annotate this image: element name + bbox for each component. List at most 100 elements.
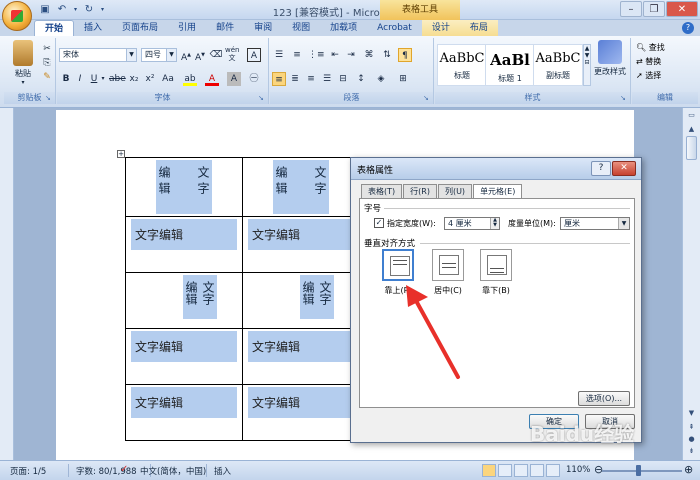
font-launcher-icon[interactable]: ↘ bbox=[258, 94, 266, 102]
prev-page-icon[interactable]: ⇞ bbox=[686, 422, 697, 432]
full-screen-view-icon[interactable] bbox=[498, 464, 512, 477]
style-title[interactable]: AaBbC 标题 bbox=[437, 44, 487, 86]
font-color-icon[interactable]: A bbox=[205, 72, 219, 86]
select-button[interactable]: ➚ 选择 bbox=[636, 70, 661, 81]
shading-icon[interactable]: ◈ bbox=[374, 72, 388, 86]
table-cell[interactable]: 文字编辑 bbox=[125, 328, 243, 385]
grow-font-icon[interactable]: A▲ bbox=[179, 48, 193, 63]
table-cell[interactable]: 文字编辑 bbox=[125, 272, 243, 329]
tab-view[interactable]: 视图 bbox=[282, 20, 320, 36]
align-center-option[interactable] bbox=[432, 249, 464, 281]
multilevel-list-icon[interactable]: ⋮≡ bbox=[308, 48, 325, 62]
tab-references[interactable]: 引用 bbox=[168, 20, 206, 36]
font-name-combo[interactable]: 宋体 ▼ bbox=[59, 48, 137, 62]
shrink-font-icon[interactable]: A▼ bbox=[193, 48, 207, 63]
zoom-slider-thumb[interactable] bbox=[636, 465, 641, 476]
table-move-handle-icon[interactable]: + bbox=[117, 150, 125, 158]
tab-row[interactable]: 行(R) bbox=[403, 184, 437, 198]
enclose-char-icon[interactable]: ㊀ bbox=[247, 72, 261, 86]
find-button[interactable]: 🔍︎ 查找 bbox=[636, 42, 665, 53]
phonetic-guide-icon[interactable]: wén 文 bbox=[225, 46, 239, 62]
replace-button[interactable]: ⇄ 替换 bbox=[636, 56, 661, 67]
italic-icon[interactable]: I bbox=[73, 72, 87, 86]
tab-mailings[interactable]: 邮件 bbox=[206, 20, 244, 36]
font-name-dropdown-icon[interactable]: ▼ bbox=[126, 49, 136, 61]
restore-button[interactable]: ❐ bbox=[643, 1, 665, 17]
zoom-slider[interactable] bbox=[602, 470, 682, 472]
tab-column[interactable]: 列(U) bbox=[437, 184, 473, 198]
minimize-button[interactable]: – bbox=[620, 1, 642, 17]
next-page-icon[interactable]: ⇟ bbox=[686, 446, 697, 456]
ruler-toggle-icon[interactable]: ▭ bbox=[686, 110, 697, 120]
sort-icon[interactable]: ⇅ bbox=[380, 48, 394, 62]
table-cell[interactable]: 编辑 文字 bbox=[125, 157, 243, 217]
clipboard-launcher-icon[interactable]: ↘ bbox=[45, 94, 53, 102]
cut-icon[interactable]: ✂ bbox=[40, 42, 54, 56]
proofing-icon[interactable]: ✓ bbox=[120, 464, 128, 475]
browse-object-icon[interactable]: ● bbox=[686, 434, 697, 444]
help-icon[interactable]: ? bbox=[682, 22, 694, 34]
borders-icon[interactable]: ⊞ bbox=[396, 72, 410, 86]
tab-review[interactable]: 审阅 bbox=[244, 20, 282, 36]
zoom-in-icon[interactable]: ⊕ bbox=[684, 463, 693, 476]
change-case-icon[interactable]: Aa bbox=[159, 72, 177, 86]
unit-dropdown-icon[interactable]: ▼ bbox=[618, 218, 629, 229]
chinese-layout-icon[interactable]: ⌘ bbox=[362, 48, 376, 62]
font-size-combo[interactable]: 四号 ▼ bbox=[141, 48, 177, 62]
highlight-icon[interactable]: ab bbox=[183, 72, 197, 86]
office-button[interactable] bbox=[2, 1, 32, 31]
language-indicator[interactable]: 中文(简体，中国) bbox=[140, 465, 206, 477]
table-cell[interactable]: 编辑 文字 bbox=[242, 157, 360, 217]
increase-indent-icon[interactable]: ⇥ bbox=[344, 48, 358, 62]
tab-page-layout[interactable]: 页面布局 bbox=[112, 20, 168, 36]
web-layout-view-icon[interactable] bbox=[514, 464, 528, 477]
tab-home[interactable]: 开始 bbox=[34, 20, 75, 36]
table-cell[interactable]: 文字编辑 bbox=[242, 216, 360, 273]
table-cell[interactable]: 文字编辑 bbox=[242, 272, 360, 329]
style-heading1[interactable]: AaBl 标题 1 bbox=[485, 44, 535, 86]
copy-icon[interactable]: ⎘ bbox=[40, 56, 54, 70]
table-cell[interactable]: 文字编辑 bbox=[125, 384, 243, 441]
change-styles-button[interactable]: 更改样式 bbox=[591, 40, 629, 77]
table-cell[interactable]: 文字编辑 bbox=[242, 384, 360, 441]
tab-cell[interactable]: 单元格(E) bbox=[473, 184, 523, 199]
numbering-icon[interactable]: ≡ bbox=[290, 48, 304, 62]
tab-layout[interactable]: 布局 bbox=[459, 20, 498, 36]
table-cell[interactable]: 文字编辑 bbox=[242, 328, 360, 385]
vertical-scrollbar[interactable]: ▭ ▲ ▼ ⇞ ● ⇟ bbox=[682, 108, 700, 460]
options-button[interactable]: 选项(O)... bbox=[578, 391, 630, 406]
scroll-down-icon[interactable]: ▼ bbox=[686, 408, 697, 418]
styles-scroll[interactable]: ▲ ▼ ⊟ bbox=[583, 44, 591, 86]
dialog-title-bar[interactable]: 表格属性 ? ✕ bbox=[351, 158, 641, 180]
unit-select[interactable]: 厘米 ▼ bbox=[560, 217, 630, 230]
dialog-help-button[interactable]: ? bbox=[591, 161, 611, 176]
insert-mode[interactable]: 插入 bbox=[214, 465, 231, 477]
bullets-icon[interactable]: ☰ bbox=[272, 48, 286, 62]
align-right-icon[interactable]: ≡ bbox=[304, 72, 318, 86]
width-spinner-icon[interactable]: ▲ ▼ bbox=[490, 218, 499, 229]
outline-view-icon[interactable] bbox=[530, 464, 544, 477]
tab-insert[interactable]: 插入 bbox=[74, 20, 112, 36]
format-painter-icon[interactable]: ✎ bbox=[40, 70, 54, 84]
distributed-icon[interactable]: ⊟ bbox=[336, 72, 350, 86]
justify-icon[interactable]: ☰ bbox=[320, 72, 334, 86]
styles-launcher-icon[interactable]: ↘ bbox=[620, 94, 628, 102]
bold-icon[interactable]: B bbox=[59, 72, 73, 86]
style-subtitle[interactable]: AaBbC 副标题 bbox=[533, 44, 583, 86]
char-border-icon[interactable]: A bbox=[247, 48, 261, 62]
align-top-option[interactable] bbox=[382, 249, 414, 281]
scroll-thumb[interactable] bbox=[686, 136, 697, 160]
subscript-icon[interactable]: x₂ bbox=[127, 72, 141, 86]
tab-design[interactable]: 设计 bbox=[421, 20, 460, 36]
draft-view-icon[interactable] bbox=[546, 464, 560, 477]
tab-acrobat[interactable]: Acrobat bbox=[367, 20, 422, 36]
align-bottom-option[interactable] bbox=[480, 249, 512, 281]
scroll-up-icon[interactable]: ▲ bbox=[686, 124, 697, 134]
align-center-icon[interactable]: ≣ bbox=[288, 72, 302, 86]
paragraph-launcher-icon[interactable]: ↘ bbox=[423, 94, 431, 102]
underline-dropdown-icon[interactable]: ▾ bbox=[99, 72, 107, 86]
print-layout-view-icon[interactable] bbox=[482, 464, 496, 477]
paste-button[interactable]: 粘贴 ▾ bbox=[8, 40, 38, 86]
line-spacing-icon[interactable]: ↕ bbox=[354, 72, 368, 86]
clear-format-icon[interactable]: ⌫ bbox=[209, 48, 223, 62]
